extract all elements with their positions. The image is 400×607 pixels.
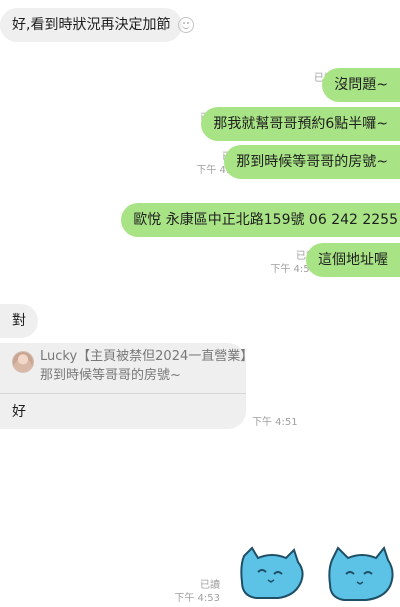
message-meta: 已讀 下午 4:53: [174, 579, 220, 605]
message-time: 下午 4:51: [252, 417, 298, 428]
message-text: 那我就幫哥哥預約6點半囉~: [213, 116, 388, 132]
message-meta: 下午 4:51: [252, 416, 298, 429]
message-bubble-incoming[interactable]: 好,看到時狀況再決定加節: [0, 8, 183, 42]
message-text: 沒問題~: [334, 77, 388, 93]
message-text: 這個地址喔: [318, 252, 388, 268]
message-bubble-outgoing[interactable]: 那我就幫哥哥預約6點半囉~: [201, 107, 400, 141]
message-bubble-outgoing[interactable]: 歐悅 永康區中正北路159號 06 242 2255: [121, 203, 400, 237]
emoji-reaction-icon[interactable]: [178, 17, 194, 33]
quoted-message[interactable]: Lucky【主頁被禁但2024一直營業】 那到時候等哥哥的房號~: [0, 343, 253, 394]
message-time: 下午 4:53: [174, 593, 220, 604]
blue-cat-sticker-icon[interactable]: [238, 546, 308, 602]
message-text: 那到時候等哥哥的房號~: [236, 154, 388, 170]
quoted-sender-name: Lucky【主頁被禁但2024一直營業】: [40, 349, 254, 364]
message-bubble-incoming[interactable]: 對: [0, 304, 38, 338]
read-receipt: 已讀: [200, 580, 220, 591]
message-bubble-outgoing[interactable]: 這個地址喔: [306, 243, 400, 277]
message-text: 好: [12, 404, 26, 420]
avatar: [12, 351, 34, 373]
blue-cat-sticker-icon[interactable]: [326, 546, 396, 602]
quoted-message-text: 那到時候等哥哥的房號~: [40, 368, 181, 383]
message-bubble-outgoing[interactable]: 那到時候等哥哥的房號~: [224, 145, 400, 179]
message-bubble-outgoing[interactable]: 沒問題~: [322, 68, 400, 102]
message-text: 好,看到時狀況再決定加節: [12, 17, 171, 33]
message-text: 對: [12, 313, 26, 329]
reply-message-bubble[interactable]: Lucky【主頁被禁但2024一直營業】 那到時候等哥哥的房號~ 好: [0, 343, 253, 429]
message-text: 歐悅 永康區中正北路159號 06 242 2255: [133, 212, 398, 228]
